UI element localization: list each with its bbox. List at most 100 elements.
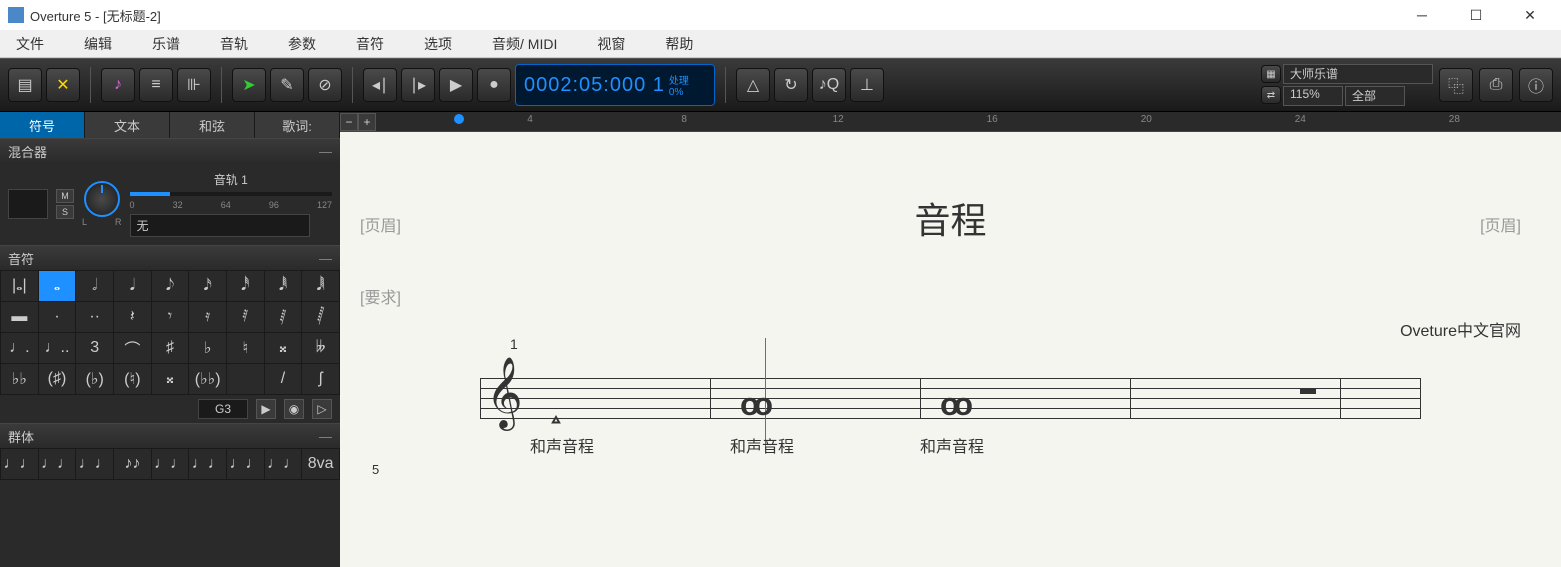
note-cell[interactable]: ··	[76, 302, 113, 332]
note-cell[interactable]: 𝅘𝅥𝅱	[265, 271, 302, 301]
menu-params[interactable]: 参数	[282, 32, 322, 56]
note-cell[interactable]: 𝅝	[39, 271, 76, 301]
note-cell[interactable]: 𝅀	[227, 302, 264, 332]
note-cell[interactable]: ♮	[227, 333, 264, 363]
note-cell[interactable]: 𝅗𝅥	[76, 271, 113, 301]
group-cell[interactable]: ♪♪	[114, 449, 151, 479]
tab-symbols[interactable]: 符号	[0, 112, 85, 138]
playhead-marker[interactable]	[454, 114, 464, 124]
group-cell[interactable]: ♩♩	[265, 449, 302, 479]
lyric-text[interactable]: 和声音程	[920, 433, 984, 457]
solo-button[interactable]: S	[56, 205, 74, 219]
note-cell[interactable]: 𝄽	[114, 302, 151, 332]
tab-text[interactable]: 文本	[85, 112, 170, 138]
note-cell[interactable]: ▬	[1, 302, 38, 332]
snap-button[interactable]: ⊥	[850, 68, 884, 102]
note-cell[interactable]: 𝅘𝅥𝅰	[227, 271, 264, 301]
note-cell[interactable]	[227, 364, 264, 394]
stop-button[interactable]: ∣▸	[401, 68, 435, 102]
menu-edit[interactable]: 编辑	[78, 32, 118, 56]
groups-minimize-icon[interactable]: —	[319, 429, 332, 444]
panel-toggle-button[interactable]: ▤	[8, 68, 42, 102]
minimize-button[interactable]: ─	[1399, 0, 1445, 30]
chord-note[interactable]: oo	[940, 386, 967, 423]
note-cell[interactable]: ♭♭	[1, 364, 38, 394]
camera-button[interactable]: ⎙	[1479, 68, 1513, 102]
menu-file[interactable]: 文件	[10, 32, 50, 56]
note-cell[interactable]: 𝄫	[302, 333, 339, 363]
template-select[interactable]: 大师乐谱	[1283, 64, 1433, 84]
staff-system[interactable]: 𝄞 𝅈 oo oo 和声音程 和声音程 和声音程	[480, 358, 1421, 438]
note-cell[interactable]: (♭)	[76, 364, 113, 394]
close-button[interactable]: ✕	[1507, 0, 1553, 30]
note-cell[interactable]: ⌒	[114, 333, 151, 363]
note-cell[interactable]: (♯)	[39, 364, 76, 394]
menu-window[interactable]: 视窗	[591, 32, 631, 56]
note-tool-button[interactable]: ♪	[101, 68, 135, 102]
menu-notes[interactable]: 音符	[350, 32, 390, 56]
score-title[interactable]: 音程	[360, 192, 1541, 244]
metronome-button[interactable]: △	[736, 68, 770, 102]
note-pitch-input[interactable]	[198, 399, 248, 419]
mixer-tool-button[interactable]: ⊪	[177, 68, 211, 102]
arrow-tool-button[interactable]: ➤	[232, 68, 266, 102]
record-button[interactable]: ●	[477, 68, 511, 102]
mixer-minimize-icon[interactable]: —	[319, 144, 332, 159]
note-cell[interactable]: ♯	[152, 333, 189, 363]
menu-options[interactable]: 选项	[418, 32, 458, 56]
maximize-button[interactable]: ☐	[1453, 0, 1499, 30]
note-cell[interactable]: (♮)	[114, 364, 151, 394]
note-cell[interactable]: 𝄪	[265, 333, 302, 363]
note-color-button[interactable]: ◉	[284, 399, 304, 419]
note-cell[interactable]: 𝅁	[265, 302, 302, 332]
transport-display[interactable]: 0002:05:000 1 处理0%	[515, 64, 715, 106]
note-play-button[interactable]: ▶	[256, 399, 276, 419]
lyric-text[interactable]: 和声音程	[730, 433, 794, 457]
group-cell[interactable]: ♩♩	[1, 449, 38, 479]
note-cell[interactable]: 𝅘𝅥	[114, 271, 151, 301]
note-cell[interactable]: ·	[39, 302, 76, 332]
requirement-label[interactable]: [要求]	[360, 284, 1541, 308]
play-button[interactable]: ▶	[439, 68, 473, 102]
filter-select[interactable]: 全部	[1345, 86, 1405, 106]
note-cell[interactable]: 3	[76, 333, 113, 363]
loop-button[interactable]: ↻	[774, 68, 808, 102]
template-icon[interactable]: ▦	[1261, 65, 1281, 83]
group-cell[interactable]: ♩♩	[39, 449, 76, 479]
menu-audio-midi[interactable]: 音频/ MIDI	[486, 32, 563, 56]
composer-label[interactable]: Oveture中文官网	[1400, 317, 1521, 341]
group-cell[interactable]: ♩♩	[227, 449, 264, 479]
quantize-button[interactable]: ♪Q	[812, 68, 846, 102]
lyric-text[interactable]: 和声音程	[530, 433, 594, 457]
zoom-select[interactable]: 115%	[1283, 86, 1343, 106]
page-header-right[interactable]: [页眉]	[1480, 212, 1521, 236]
ruler-minus-button[interactable]: −	[340, 113, 358, 131]
copy-button[interactable]: ⿻	[1439, 68, 1473, 102]
tools-button[interactable]: ✕	[46, 68, 80, 102]
note-cell[interactable]: |𝅝|	[1, 271, 38, 301]
note-cell[interactable]: 𝅘𝅥𝅯	[189, 271, 226, 301]
erase-tool-button[interactable]: ⊘	[308, 68, 342, 102]
info-button[interactable]: ⓘ	[1519, 68, 1553, 102]
group-cell[interactable]: ♩♩	[189, 449, 226, 479]
note-cell[interactable]: 𝄾	[152, 302, 189, 332]
volume-slider[interactable]	[130, 192, 332, 196]
instrument-select[interactable]: 无	[130, 214, 310, 237]
note-cell[interactable]: 𝄪	[152, 364, 189, 394]
note-cell[interactable]: ʃ	[302, 364, 339, 394]
page-header-left[interactable]: [页眉]	[360, 212, 401, 236]
list-tool-button[interactable]: ≡	[139, 68, 173, 102]
menu-help[interactable]: 帮助	[659, 32, 699, 56]
note-cell[interactable]: (♭♭)	[189, 364, 226, 394]
nav-arrows-icon[interactable]: ⇄	[1261, 86, 1281, 104]
timeline-ruler[interactable]: − + 4 8 12 16 20 24 28	[340, 112, 1561, 132]
group-cell[interactable]: ♩♩	[152, 449, 189, 479]
score-page[interactable]: [页眉] [页眉] 音程 [要求] Oveture中文官网 1 𝄞	[340, 132, 1561, 567]
note-cell[interactable]: 𝅘𝅥𝅲	[302, 271, 339, 301]
menu-track[interactable]: 音轨	[214, 32, 254, 56]
note-cell[interactable]: ♩..	[39, 333, 76, 363]
tab-lyrics[interactable]: 歌词:	[255, 112, 340, 138]
group-cell[interactable]: ♩♩	[76, 449, 113, 479]
note-next-button[interactable]: ▷	[312, 399, 332, 419]
menu-score[interactable]: 乐谱	[146, 32, 186, 56]
